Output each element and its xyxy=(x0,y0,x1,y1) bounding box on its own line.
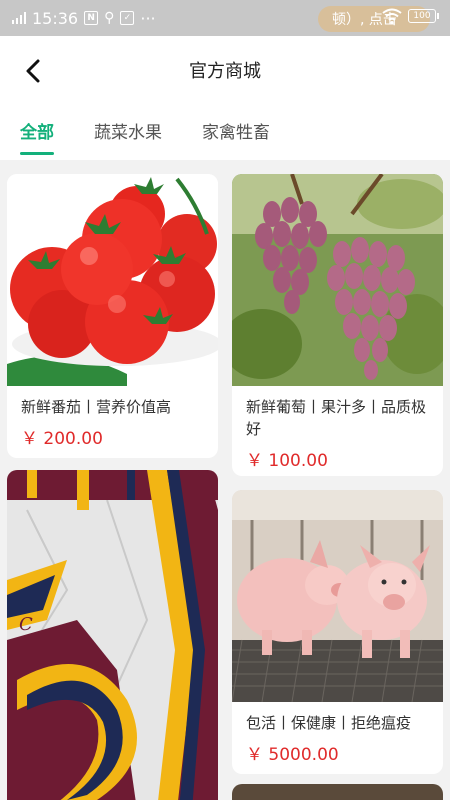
product-image-pigs xyxy=(232,490,443,702)
product-card[interactable]: C xyxy=(7,470,218,800)
status-time: 15:36 xyxy=(32,8,79,28)
product-card[interactable]: 包活丨保健康丨拒绝瘟疫 ￥ 5000.00 xyxy=(232,490,443,774)
product-image-logo-artwork: C xyxy=(7,470,218,800)
product-price: ￥ 100.00 xyxy=(246,451,328,471)
usb-icon: ⚲ xyxy=(104,10,115,26)
svg-text:C: C xyxy=(19,614,33,635)
product-name: 包活丨保健康丨拒绝瘟疫 xyxy=(246,714,412,732)
chevron-left-icon xyxy=(26,59,40,83)
back-button[interactable] xyxy=(18,56,48,86)
page-title: 官方商城 xyxy=(189,61,261,82)
notification-icon: N xyxy=(84,11,99,25)
status-bar: 15:36 N ⚲ ✓ ··· 顿）, 点击 100 xyxy=(0,0,450,36)
battery-level: 100 xyxy=(413,11,431,21)
product-name: 新鲜葡萄丨果汁多丨品质极好 xyxy=(246,398,427,438)
product-price: ￥ 200.00 xyxy=(21,429,103,449)
product-card[interactable]: 新鲜葡萄丨果汁多丨品质极好 ￥ 100.00 xyxy=(232,174,443,476)
product-card[interactable] xyxy=(232,784,443,800)
product-card[interactable]: 新鲜番茄丨营养价值高 ￥ 200.00 xyxy=(7,174,218,458)
tab-all[interactable]: 全部 xyxy=(20,104,54,155)
category-tabs: 全部 蔬菜水果 家禽牲畜 xyxy=(0,104,450,160)
battery-icon: 100 xyxy=(408,9,439,23)
tab-livestock[interactable]: 家禽牲畜 xyxy=(202,104,270,143)
app-header: 官方商城 xyxy=(0,36,450,104)
signal-icon xyxy=(12,12,26,24)
product-name: 新鲜番茄丨营养价值高 xyxy=(21,398,172,416)
product-image-grapes xyxy=(232,174,443,386)
product-image-tomatoes xyxy=(7,174,218,386)
product-grid: 新鲜番茄丨营养价值高 ￥ 200.00 新鲜葡萄丨果汁多丨品质极好 ￥ 100.… xyxy=(0,160,450,800)
more-icon: ··· xyxy=(140,8,156,28)
clipboard-icon: ✓ xyxy=(120,11,135,25)
product-price: ￥ 5000.00 xyxy=(246,745,339,765)
wifi-icon xyxy=(382,8,402,24)
tab-fruits-vegetables[interactable]: 蔬菜水果 xyxy=(94,104,162,143)
